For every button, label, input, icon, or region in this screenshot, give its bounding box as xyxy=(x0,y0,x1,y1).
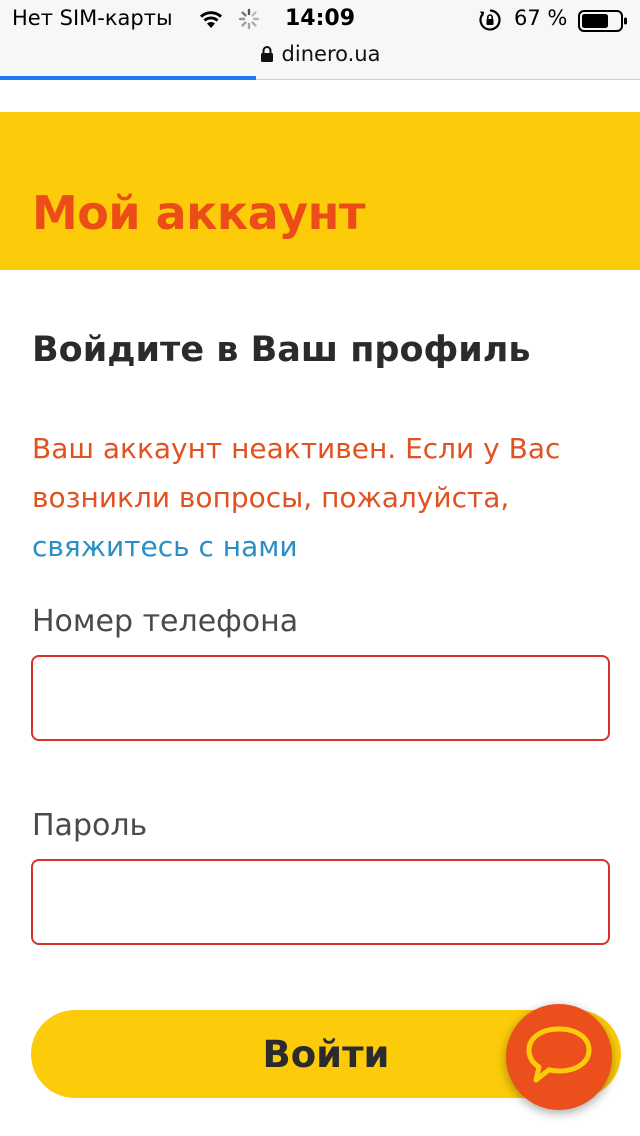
chat-bubble-icon xyxy=(526,1026,592,1083)
status-bar: Нет SIM-карты 14:09 67 % xyxy=(0,0,640,40)
battery-percent: 67 % xyxy=(514,6,568,30)
page-header: Мой аккаунт xyxy=(0,112,640,270)
account-inactive-notice: Ваш аккаунт неактивен. Если у Вас возник… xyxy=(32,424,622,571)
login-subtitle: Войдите в Ваш профиль xyxy=(32,330,531,370)
phone-label: Номер телефона xyxy=(32,604,299,639)
page-title: Мой аккаунт xyxy=(32,186,366,240)
password-input[interactable] xyxy=(31,859,610,945)
password-label: Пароль xyxy=(32,808,148,843)
url-text: dinero.ua xyxy=(281,42,381,66)
notice-text: Ваш аккаунт неактивен. Если у Вас возник… xyxy=(32,432,561,514)
page-load-progress xyxy=(0,76,256,80)
orientation-lock-icon xyxy=(479,9,501,31)
battery-icon xyxy=(578,10,627,32)
chat-button[interactable] xyxy=(506,1004,612,1110)
lock-icon xyxy=(260,46,273,62)
phone-input[interactable] xyxy=(31,655,610,741)
contact-us-link[interactable]: свяжитесь с нами xyxy=(32,530,298,563)
address-bar[interactable]: dinero.ua xyxy=(0,40,640,80)
